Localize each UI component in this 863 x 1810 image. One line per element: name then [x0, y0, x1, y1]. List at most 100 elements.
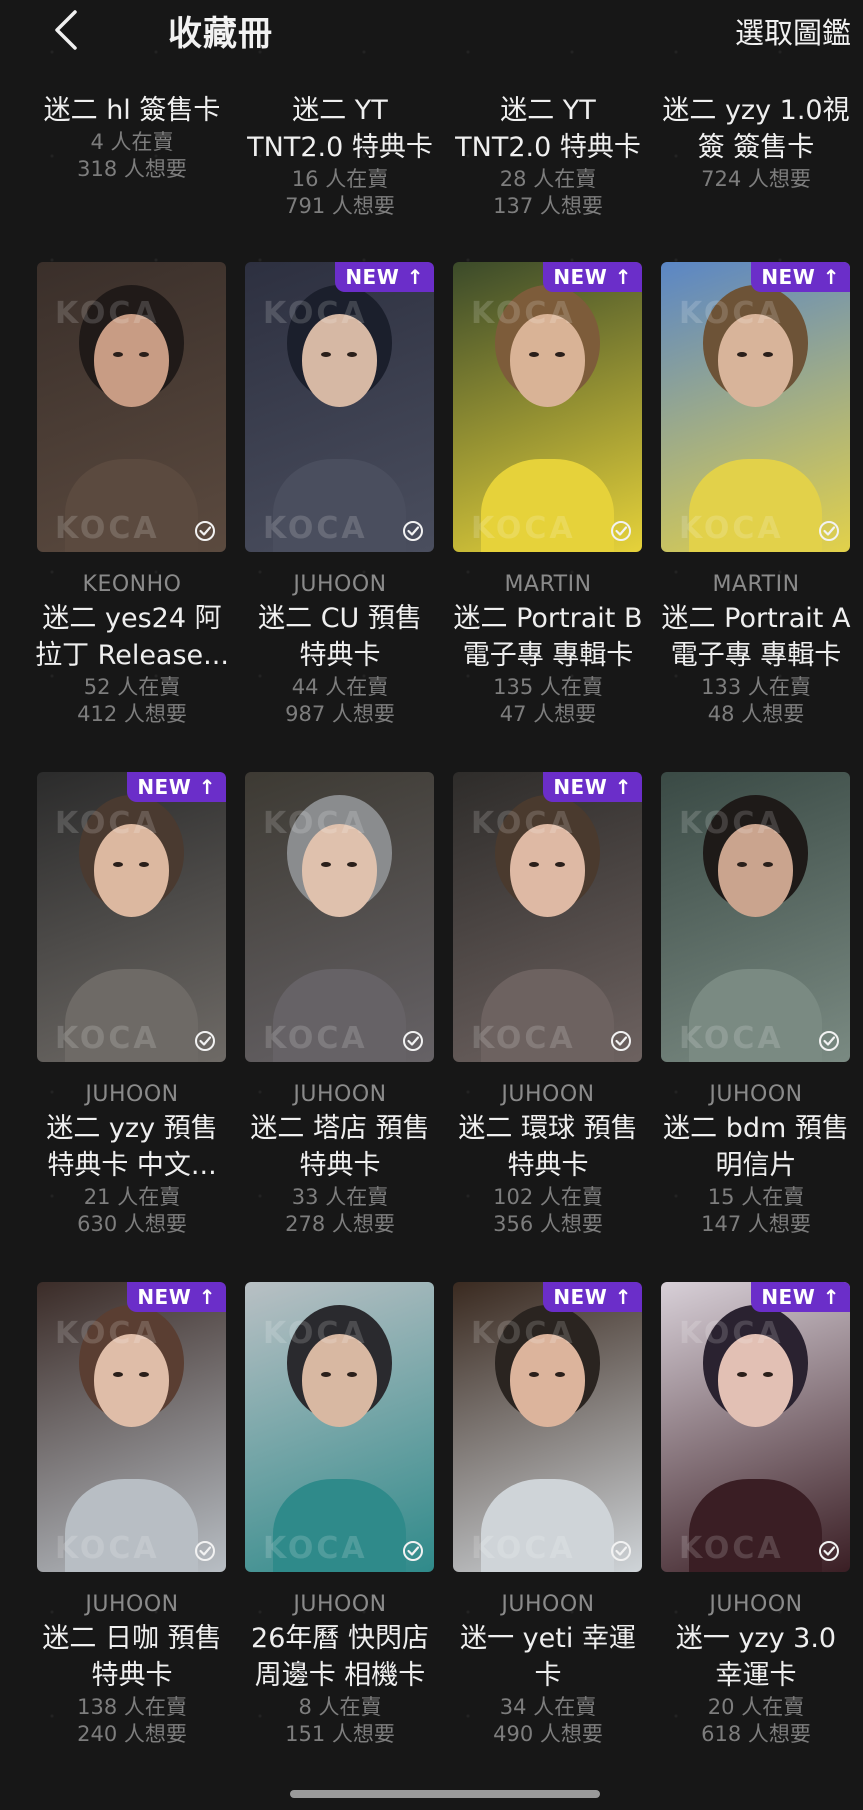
card-title: 26年曆 快閃店: [251, 1623, 429, 1654]
card-title: 迷二 CU 預售: [258, 603, 422, 634]
member-name: MARTIN: [712, 572, 800, 597]
card-info: MARTIN 迷二 Portrait A 電子專 專輯卡 133 人在賣 48 人想要: [656, 570, 856, 728]
selling-count: 20 人在賣: [707, 1695, 805, 1719]
eye: [736, 861, 747, 867]
selling-count: 33 人在賣: [291, 1185, 389, 1209]
torso-shape: [65, 459, 198, 552]
new-badge: NEW ↑: [127, 772, 226, 802]
selling-count: 16 人在賣: [291, 167, 389, 191]
torso-shape: [689, 459, 822, 552]
card-title: 迷一 yeti 幸運: [460, 1623, 636, 1654]
card-photo: [661, 1282, 850, 1572]
photocard[interactable]: KOCAKOCANEW ↑: [453, 1282, 642, 1572]
member-name: JUHOON: [85, 1082, 179, 1107]
torso-shape: [481, 1479, 614, 1572]
card-title-line2: 拉丁 Release...: [35, 640, 229, 671]
photocard[interactable]: KOCAKOCANEW ↑: [661, 262, 850, 552]
face-shape: [509, 314, 586, 407]
card-title: 迷二 環球 預售: [458, 1113, 638, 1144]
photocard[interactable]: KOCAKOCANEW ↑: [245, 262, 434, 552]
card-info: JUHOON 迷二 CU 預售 特典卡 44 人在賣 987 人想要: [240, 570, 440, 728]
card-title-line2: 特典卡 中文...: [47, 1150, 217, 1181]
card-title-line2: 周邊卡 相機卡: [254, 1660, 426, 1691]
selling-count: 135 人在賣: [493, 675, 603, 699]
photocard[interactable]: KOCAKOCANEW ↑: [661, 1282, 850, 1572]
check-circle-icon: [819, 521, 839, 541]
card-title-line2: 特典卡: [507, 1150, 589, 1181]
torso-shape: [481, 969, 614, 1062]
card-title-line2: 特典卡: [91, 1660, 173, 1691]
eye: [139, 351, 150, 357]
torso-shape: [481, 459, 614, 552]
member-name: JUHOON: [501, 1592, 595, 1617]
eye: [736, 1371, 747, 1377]
photocard[interactable]: KOCAKOCA: [37, 262, 226, 552]
wanted-count: 278 人想要: [285, 1212, 395, 1236]
card-title: 迷一 yzy 3.0: [675, 1623, 837, 1654]
eye: [112, 1371, 123, 1377]
card-title-line2: 特典卡: [299, 1150, 381, 1181]
eye: [139, 861, 150, 867]
check-circle-icon: [195, 521, 215, 541]
eye: [347, 861, 358, 867]
photocard[interactable]: KOCAKOCA: [661, 772, 850, 1062]
card-info: JUHOON 迷一 yzy 3.0 幸運卡 20 人在賣 618 人想要: [656, 1590, 856, 1748]
photocard[interactable]: KOCAKOCA: [245, 772, 434, 1062]
face-shape: [93, 824, 170, 917]
member-name: JUHOON: [293, 572, 387, 597]
card-info: 迷二 yzy 1.0視簽 簽售卡 724 人想要: [656, 92, 856, 193]
member-name: JUHOON: [85, 1592, 179, 1617]
card-title-line2: 電子專 專輯卡: [670, 640, 842, 671]
eye: [320, 351, 331, 357]
check-circle-icon: [611, 1541, 631, 1561]
photocard[interactable]: KOCAKOCA: [245, 1282, 434, 1572]
face-shape: [717, 314, 794, 407]
eye: [555, 1371, 566, 1377]
wanted-count: 618 人想要: [701, 1722, 811, 1746]
photocard[interactable]: KOCAKOCANEW ↑: [37, 772, 226, 1062]
card-title-line2: 電子專 專輯卡: [462, 640, 634, 671]
collection-page: 收藏冊 選取圖鑑 迷二 hl 簽售卡 4 人在賣 318 人想要 迷二 YT TNT2.…: [0, 0, 863, 1810]
face-shape: [509, 824, 586, 917]
card-info: JUHOON 迷二 yzy 預售 特典卡 中文... 21 人在賣 630 人想要: [32, 1080, 232, 1238]
eye: [555, 861, 566, 867]
card-title: 迷二 bdm 預售: [663, 1113, 849, 1144]
card-title: 迷二 Portrait B: [453, 603, 643, 634]
card-title-line2: 明信片: [715, 1150, 797, 1181]
selling-count: 133 人在賣: [701, 675, 811, 699]
new-badge: NEW ↑: [335, 262, 434, 292]
photocard[interactable]: KOCAKOCANEW ↑: [453, 772, 642, 1062]
card-title: 迷二 yzy 1.0視: [662, 95, 850, 126]
eye: [139, 1371, 150, 1377]
face-shape: [717, 824, 794, 917]
card-info: JUHOON 26年曆 快閃店 周邊卡 相機卡 8 人在賣 151 人想要: [240, 1590, 440, 1748]
selling-count: 34 人在賣: [499, 1695, 597, 1719]
face-shape: [717, 1334, 794, 1427]
card-info: JUHOON 迷二 bdm 預售 明信片 15 人在賣 147 人想要: [656, 1080, 856, 1238]
selling-count: 4 人在賣: [90, 130, 174, 154]
member-name: MARTIN: [504, 572, 592, 597]
wanted-count: 490 人想要: [493, 1722, 603, 1746]
new-badge: NEW ↑: [751, 1282, 850, 1312]
card-photo: [661, 772, 850, 1062]
wanted-count: 791 人想要: [285, 194, 395, 218]
face-shape: [93, 1334, 170, 1427]
check-circle-icon: [403, 1541, 423, 1561]
torso-shape: [65, 969, 198, 1062]
eye: [555, 351, 566, 357]
card-photo: [661, 262, 850, 552]
selling-count: 8 人在賣: [298, 1695, 382, 1719]
card-title: 迷二 hl 簽售卡: [43, 95, 221, 126]
card-title: 迷二 Portrait A: [661, 603, 851, 634]
eye: [320, 861, 331, 867]
new-badge: NEW ↑: [751, 262, 850, 292]
card-info: 迷二 YT TNT2.0 特典卡 28 人在賣 137 人想要: [448, 92, 648, 220]
new-badge: NEW ↑: [127, 1282, 226, 1312]
photocard[interactable]: KOCAKOCANEW ↑: [37, 1282, 226, 1572]
check-circle-icon: [403, 521, 423, 541]
selling-count: 44 人在賣: [291, 675, 389, 699]
photocard[interactable]: KOCAKOCANEW ↑: [453, 262, 642, 552]
new-badge: NEW ↑: [543, 262, 642, 292]
card-photo: [37, 262, 226, 552]
eye: [347, 351, 358, 357]
